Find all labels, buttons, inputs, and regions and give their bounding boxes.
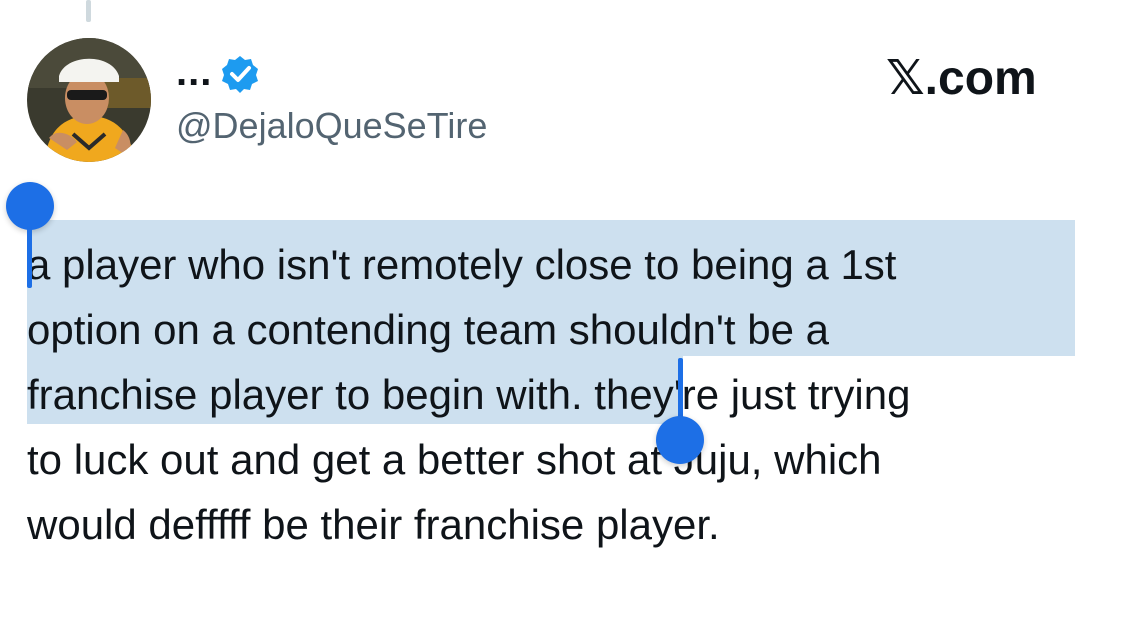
avatar[interactable]	[27, 38, 151, 162]
selection-start-handle[interactable]	[6, 182, 54, 230]
selection-end-caret	[678, 358, 683, 422]
brand-label: 𝕏.com	[886, 52, 1037, 105]
tweet-text[interactable]: a player who isn't remotely close to bei…	[27, 232, 1107, 557]
tweet-line: to luck out and get a better shot at Juj…	[27, 436, 882, 483]
selection-start-caret	[27, 226, 32, 288]
user-handle[interactable]: @DejaloQueSeTire	[176, 104, 487, 148]
brand: 𝕏.com	[884, 52, 1037, 106]
verified-badge-icon	[222, 56, 258, 93]
tweet-line: a player who isn't remotely close to bei…	[27, 241, 897, 288]
tweet-line: option on a contending team shouldn't be…	[27, 306, 829, 353]
tweet-line: franchise player to begin with. they're …	[27, 371, 911, 418]
display-name[interactable]: ...	[176, 48, 212, 96]
thread-connector-line	[86, 0, 91, 22]
selection-end-handle[interactable]	[656, 416, 704, 464]
tweet-line: would defffff be their franchise player.	[27, 501, 720, 548]
